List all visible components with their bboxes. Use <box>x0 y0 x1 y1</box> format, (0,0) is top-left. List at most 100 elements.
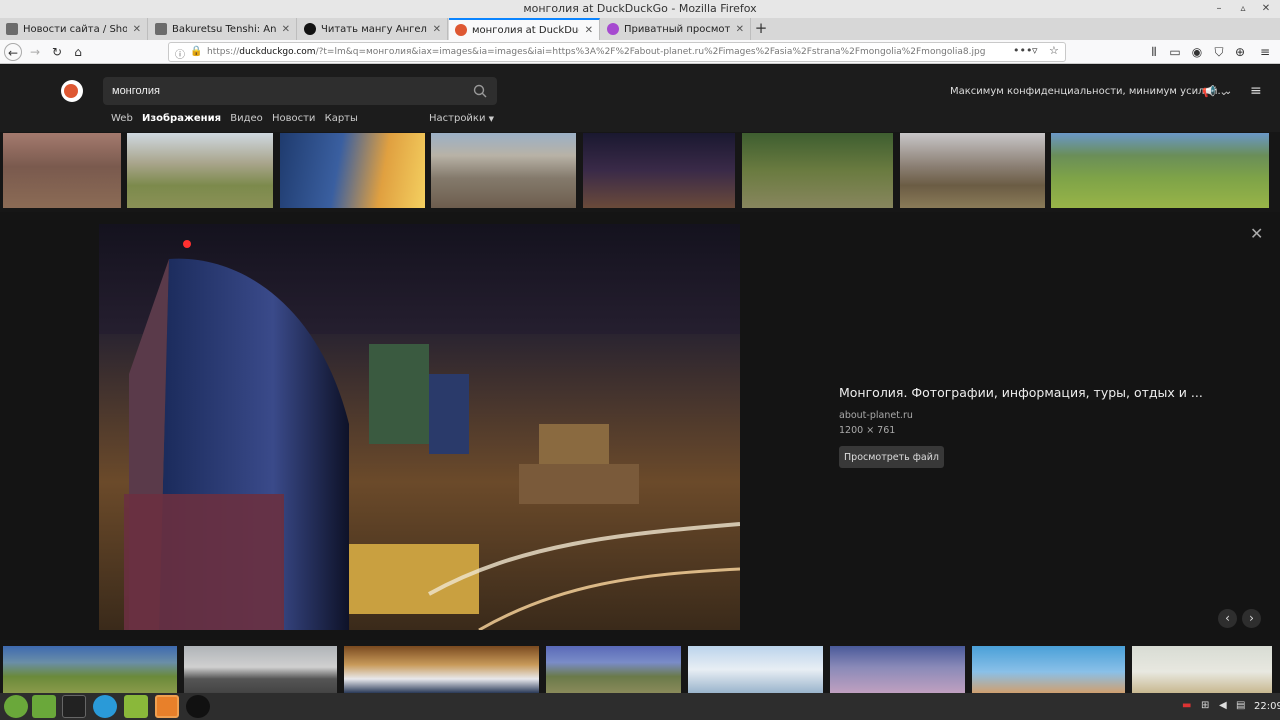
url-bar[interactable]: ⓘ 🔒 https://duckduckgo.com/?t=lm&q=монго… <box>168 42 1066 62</box>
city-night-image <box>99 224 740 630</box>
tab-label: монголия at DuckDuckGo <box>472 24 579 36</box>
clipboard-icon[interactable]: ▤ <box>1236 700 1245 711</box>
page-content: Web Изображения Видео Новости Карты Наст… <box>0 65 1280 693</box>
close-tab-icon[interactable]: ✕ <box>282 24 290 35</box>
thumbnail-image[interactable] <box>3 646 177 693</box>
account-icon[interactable]: ◉ <box>1188 43 1206 61</box>
thumbnail-image[interactable] <box>184 646 337 693</box>
new-tab-button[interactable]: + <box>752 18 770 40</box>
thumbnail-image[interactable] <box>1132 646 1272 693</box>
info-icon[interactable]: ⓘ <box>175 46 185 61</box>
thumbnail-image[interactable] <box>688 646 823 693</box>
tab-video[interactable]: Видео <box>230 113 263 124</box>
reload-button[interactable]: ↻ <box>48 43 66 61</box>
close-detail-icon[interactable]: ✕ <box>1250 224 1263 243</box>
thumbnail-image[interactable] <box>127 133 273 208</box>
site-favicon-icon <box>304 23 316 35</box>
close-tab-icon[interactable]: ✕ <box>585 25 593 36</box>
tab-2[interactable]: Bakuretsu Tenshi: Angel's / ✕ <box>149 18 297 40</box>
firefox-icon[interactable] <box>155 695 179 718</box>
thumbnail-image[interactable] <box>431 133 576 208</box>
tab-4-active[interactable]: монголия at DuckDuckGo ✕ <box>449 18 600 40</box>
clock[interactable]: 22:09 <box>1254 701 1280 712</box>
selected-image[interactable] <box>99 224 740 630</box>
thumbnail-image[interactable] <box>546 646 681 693</box>
keyboard-layout-icon[interactable]: ▬ <box>1182 700 1191 711</box>
settings-label: Настройки <box>429 113 486 124</box>
terminal-icon[interactable] <box>62 695 86 718</box>
site-favicon-icon <box>6 23 18 35</box>
navigation-toolbar: ← → ↻ ⌂ ⓘ 🔒 https://duckduckgo.com/?t=lm… <box>0 40 1280 64</box>
thumbnail-strip-bottom <box>0 646 1280 693</box>
view-file-button[interactable]: Просмотреть файл <box>839 446 944 468</box>
shield-icon[interactable]: ⛉ <box>1210 43 1228 61</box>
show-desktop-icon[interactable] <box>32 695 56 718</box>
url-path: /?t=lm&q=монголия&iax=images&ia=images&i… <box>315 47 986 57</box>
close-tab-icon[interactable]: ✕ <box>433 24 441 35</box>
thumbnail-image[interactable] <box>3 133 121 208</box>
tab-web[interactable]: Web <box>111 113 133 124</box>
thumbnail-strip-top <box>0 133 1280 208</box>
ddg-header: Web Изображения Видео Новости Карты Наст… <box>0 65 1280 132</box>
bookmark-star-icon[interactable]: ☆ <box>1049 44 1059 57</box>
tab-maps[interactable]: Карты <box>325 113 358 124</box>
tab-1[interactable]: Новости сайта / Shogun_o ✕ <box>0 18 148 40</box>
megaphone-icon[interactable]: 📢 ⌄ <box>1202 85 1228 98</box>
next-image-button[interactable]: › <box>1242 609 1261 628</box>
search-icon[interactable] <box>473 84 487 98</box>
app-icon[interactable] <box>186 695 210 718</box>
window-title: монголия at DuckDuckGo - Mozilla Firefox <box>523 2 757 15</box>
private-browsing-icon <box>607 23 619 35</box>
mint-menu-icon[interactable] <box>4 695 28 718</box>
search-type-tabs: Web Изображения Видео Новости Карты <box>111 113 364 124</box>
hamburger-menu-icon[interactable]: ≡ <box>1250 83 1262 99</box>
lock-icon[interactable]: 🔒 <box>190 46 202 57</box>
tab-news[interactable]: Новости <box>272 113 315 124</box>
files-icon[interactable] <box>124 695 148 718</box>
previous-image-button[interactable]: ‹ <box>1218 609 1237 628</box>
thumbnail-image[interactable] <box>972 646 1125 693</box>
network-icon[interactable]: ⊞ <box>1201 700 1209 711</box>
tab-5[interactable]: Приватный просмотр ✕ <box>601 18 751 40</box>
tab-label: Bakuretsu Tenshi: Angel's / <box>172 23 276 35</box>
close-tab-icon[interactable]: ✕ <box>133 24 141 35</box>
os-taskbar: ▬ ⊞ ◀ ▤ 22:09 <box>0 693 1280 720</box>
search-input[interactable] <box>112 77 472 105</box>
privacy-label: Максимум конфиденциальности, минимум уси… <box>950 86 1221 97</box>
caret-down-icon: ▼ <box>488 115 495 123</box>
window-titlebar: монголия at DuckDuckGo - Mozilla Firefox… <box>0 0 1280 18</box>
extension-icon[interactable]: ⊕ <box>1231 43 1249 61</box>
thumbnail-image[interactable] <box>583 133 735 208</box>
duckduckgo-logo[interactable] <box>61 80 83 102</box>
thumbnail-image[interactable] <box>900 133 1045 208</box>
home-button[interactable]: ⌂ <box>69 43 87 61</box>
page-actions-icon[interactable]: ••• <box>1013 44 1032 57</box>
duckduckgo-favicon-icon <box>455 24 467 36</box>
maximize-icon[interactable]: ▵ <box>1236 2 1250 16</box>
forward-button[interactable]: → <box>26 43 44 61</box>
settings-dropdown[interactable]: Настройки ▼ <box>429 113 494 124</box>
image-title[interactable]: Монголия. Фотографии, информация, туры, … <box>839 385 1203 400</box>
library-icon[interactable]: ⫴ <box>1145 43 1163 61</box>
telegram-icon[interactable] <box>93 695 117 718</box>
minimize-icon[interactable]: – <box>1212 2 1226 16</box>
volume-icon[interactable]: ◀ <box>1219 700 1227 711</box>
close-window-icon[interactable]: ✕ <box>1259 2 1273 16</box>
pocket-icon[interactable]: ▿ <box>1032 44 1038 57</box>
thumbnail-image[interactable] <box>742 133 893 208</box>
menu-icon[interactable]: ≡ <box>1256 43 1274 61</box>
tab-images[interactable]: Изображения <box>142 113 221 124</box>
close-tab-icon[interactable]: ✕ <box>736 24 744 35</box>
tab-3[interactable]: Читать мангу Ангелы Сме ✕ <box>298 18 448 40</box>
thumbnail-image[interactable] <box>344 646 539 693</box>
url-text: https://duckduckgo.com/?t=lm&q=монголия&… <box>207 43 1007 61</box>
image-detail-panel: ✕ Монголия. Фотографии, информация, туры… <box>0 212 1280 640</box>
sidebar-icon[interactable]: ▭ <box>1166 43 1184 61</box>
privacy-promo-link[interactable]: Максимум конфиденциальности, минимум уси… <box>950 86 1232 97</box>
thumbnail-image[interactable] <box>1051 133 1269 208</box>
back-button[interactable]: ← <box>4 43 22 61</box>
thumbnail-image[interactable] <box>280 133 425 208</box>
tab-strip: Новости сайта / Shogun_o ✕ Bakuretsu Ten… <box>0 18 1280 40</box>
image-source[interactable]: about-planet.ru <box>839 410 913 421</box>
thumbnail-image[interactable] <box>830 646 965 693</box>
